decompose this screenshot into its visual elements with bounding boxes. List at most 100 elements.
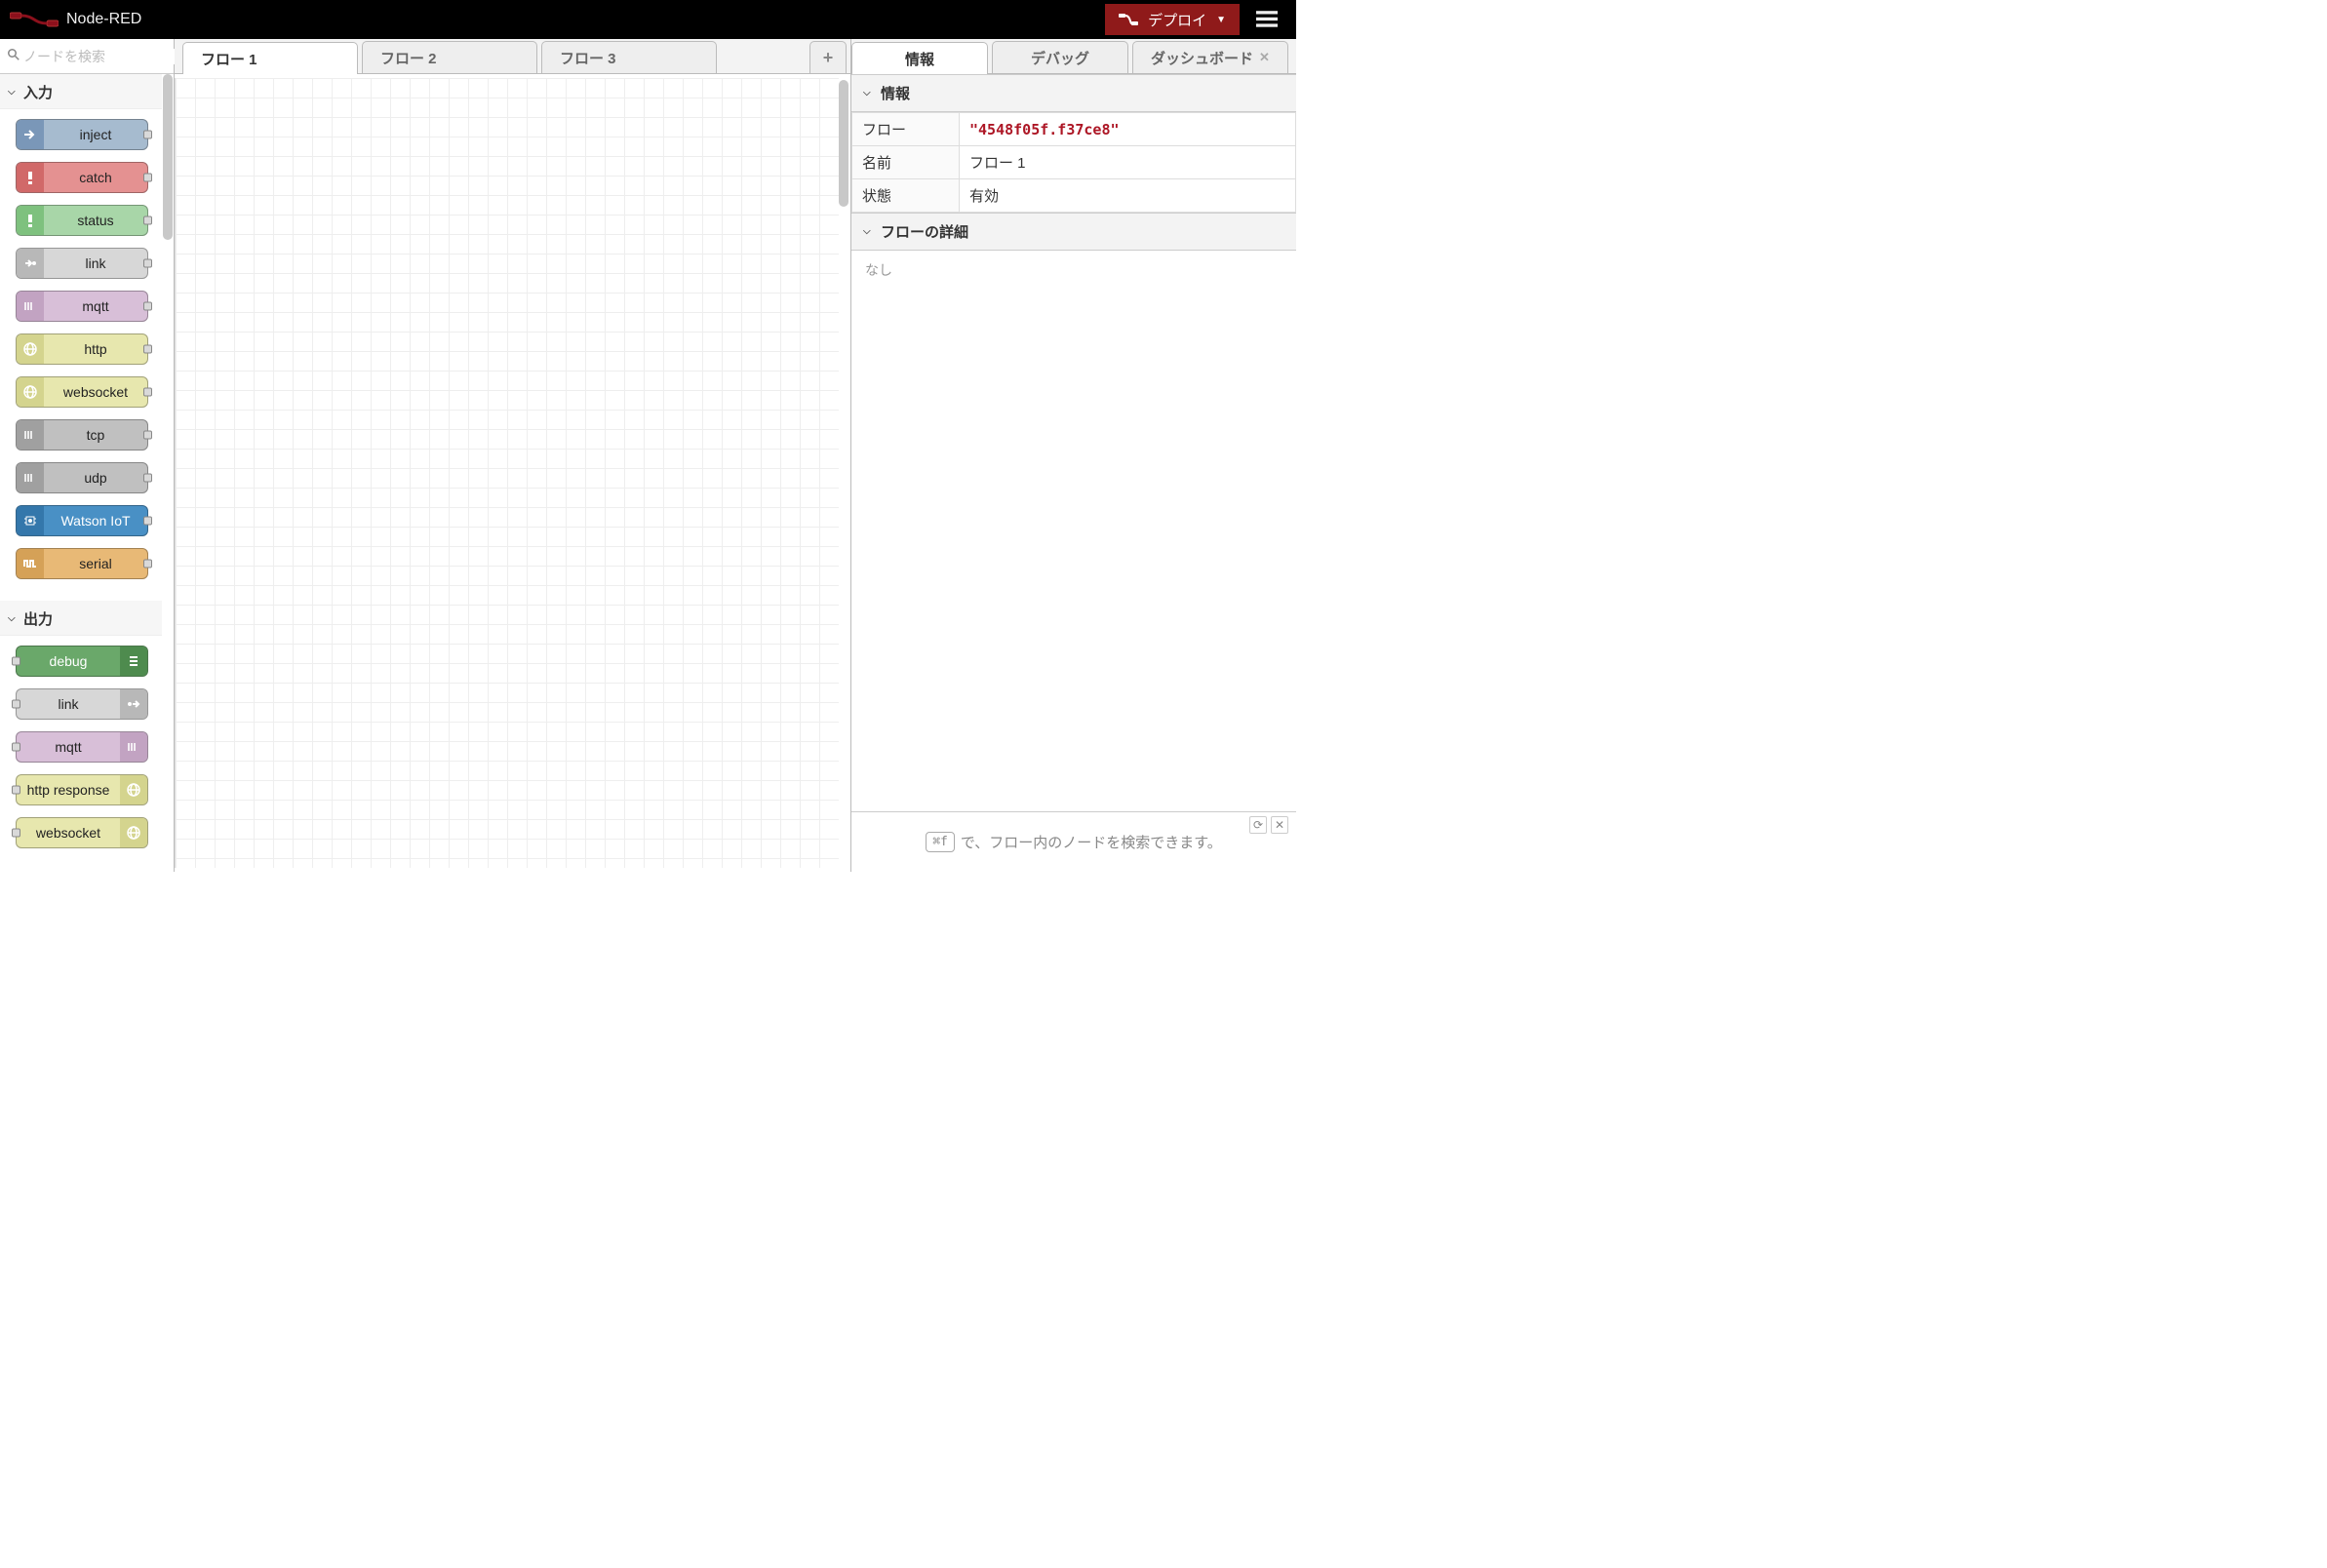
link-in-icon bbox=[17, 249, 44, 278]
search-icon bbox=[8, 49, 20, 63]
close-icon[interactable]: ✕ bbox=[1259, 50, 1270, 65]
category-title: 出力 bbox=[23, 608, 53, 629]
node-label: websocket bbox=[44, 384, 147, 400]
sidebar-tab[interactable]: 情報 bbox=[851, 42, 988, 74]
chip-icon bbox=[17, 506, 44, 535]
globe-icon bbox=[17, 377, 44, 407]
bridge-icon bbox=[120, 732, 147, 762]
sidebar-tabs: 情報 デバッグ ダッシュボード ✕ bbox=[851, 39, 1296, 74]
table-row: フロー "4548f05f.f37ce8" bbox=[852, 113, 1296, 146]
flow-canvas[interactable] bbox=[175, 78, 839, 868]
node-port[interactable] bbox=[12, 829, 20, 838]
palette-node-http-response[interactable]: http response bbox=[16, 774, 148, 805]
node-port[interactable] bbox=[12, 700, 20, 709]
node-label: mqtt bbox=[44, 298, 147, 314]
palette-node-debug[interactable]: debug bbox=[16, 646, 148, 677]
palette-node-udp[interactable]: udp bbox=[16, 462, 148, 493]
tip-text: で、フロー内のノードを検索できます。 bbox=[961, 832, 1222, 852]
sidebar-tab-label: ダッシュボード bbox=[1151, 48, 1253, 68]
chevron-down-icon: ⌵ bbox=[863, 226, 873, 237]
flow-tab[interactable]: フロー 3 bbox=[541, 41, 717, 73]
tip-close-button[interactable]: ✕ bbox=[1271, 816, 1288, 834]
chevron-down-icon: ⌵ bbox=[8, 87, 18, 98]
node-port[interactable] bbox=[143, 259, 152, 268]
tip-refresh-button[interactable]: ⟳ bbox=[1249, 816, 1267, 834]
arrow-in-icon bbox=[17, 120, 44, 149]
palette-category-header[interactable]: ⌵ 出力 bbox=[0, 601, 162, 636]
globe-icon bbox=[17, 334, 44, 364]
chevron-down-icon: ⌵ bbox=[8, 613, 18, 624]
palette-node-inject[interactable]: inject bbox=[16, 119, 148, 150]
node-port[interactable] bbox=[143, 131, 152, 139]
node-port[interactable] bbox=[143, 302, 152, 311]
info-section-header[interactable]: ⌵ 情報 bbox=[851, 74, 1296, 112]
info-name-value: フロー 1 bbox=[960, 146, 1296, 179]
info-flow-id: "4548f05f.f37ce8" bbox=[969, 121, 1120, 138]
info-state-label: 状態 bbox=[852, 179, 960, 213]
serial-icon bbox=[17, 549, 44, 578]
node-port[interactable] bbox=[143, 517, 152, 526]
node-port[interactable] bbox=[143, 560, 152, 568]
bridge-icon bbox=[17, 292, 44, 321]
add-flow-button[interactable]: + bbox=[809, 41, 847, 73]
globe-icon bbox=[120, 775, 147, 804]
palette-node-http[interactable]: http bbox=[16, 333, 148, 365]
sidebar-tab[interactable]: ダッシュボード ✕ bbox=[1132, 41, 1288, 73]
node-port[interactable] bbox=[143, 216, 152, 225]
app-header: Node-RED デプロイ ▼ bbox=[0, 0, 1296, 39]
palette-node-tcp[interactable]: tcp bbox=[16, 419, 148, 451]
palette-node-mqtt[interactable]: mqtt bbox=[16, 731, 148, 763]
info-section-title: 情報 bbox=[881, 83, 910, 103]
sidebar-panel: 情報 デバッグ ダッシュボード ✕ ⌵ 情報 フロー "4548f05f.f37ce8… bbox=[851, 39, 1296, 872]
node-port[interactable] bbox=[12, 786, 20, 795]
deploy-icon bbox=[1119, 13, 1138, 26]
info-state-value: 有効 bbox=[960, 179, 1296, 213]
node-port[interactable] bbox=[143, 388, 152, 397]
palette-node-websocket[interactable]: websocket bbox=[16, 817, 148, 848]
palette-node-link[interactable]: link bbox=[16, 688, 148, 720]
palette-node-websocket[interactable]: websocket bbox=[16, 376, 148, 408]
bridge-icon bbox=[17, 420, 44, 450]
node-port[interactable] bbox=[143, 474, 152, 483]
alert-icon bbox=[17, 163, 44, 192]
node-port[interactable] bbox=[143, 345, 152, 354]
node-port[interactable] bbox=[143, 174, 152, 182]
node-label: mqtt bbox=[17, 739, 120, 755]
palette-search bbox=[0, 39, 174, 74]
link-out-icon bbox=[120, 689, 147, 719]
node-port[interactable] bbox=[12, 743, 20, 752]
alert-icon bbox=[17, 206, 44, 235]
sidebar-tab-label: デバッグ bbox=[1031, 48, 1089, 68]
info-table: フロー "4548f05f.f37ce8" 名前 フロー 1 状態 有効 bbox=[851, 112, 1296, 213]
palette-node-link[interactable]: link bbox=[16, 248, 148, 279]
sidebar-tab-label: 情報 bbox=[905, 49, 934, 69]
detail-body-text: なし bbox=[851, 251, 1296, 811]
deploy-button[interactable]: デプロイ ▼ bbox=[1105, 4, 1240, 35]
flow-tab[interactable]: フロー 1 bbox=[182, 42, 358, 74]
palette-search-input[interactable] bbox=[23, 49, 200, 64]
bridge-icon bbox=[17, 463, 44, 492]
palette-scroll[interactable]: ⌵入力 inject catch status link mqtt http websocke… bbox=[0, 74, 174, 872]
info-name-label: 名前 bbox=[852, 146, 960, 179]
workspace-main: フロー 1フロー 2フロー 3 + bbox=[175, 39, 851, 872]
sidebar-tab[interactable]: デバッグ bbox=[992, 41, 1128, 73]
detail-section-header[interactable]: ⌵ フローの詳細 bbox=[851, 213, 1296, 251]
node-port[interactable] bbox=[12, 657, 20, 666]
palette-node-serial[interactable]: serial bbox=[16, 548, 148, 579]
globe-icon bbox=[120, 818, 147, 847]
deploy-label: デプロイ bbox=[1148, 10, 1206, 30]
palette-node-catch[interactable]: catch bbox=[16, 162, 148, 193]
hamburger-menu-button[interactable] bbox=[1247, 0, 1286, 39]
node-label: link bbox=[17, 696, 120, 712]
palette-node-watson-iot[interactable]: Watson IoT bbox=[16, 505, 148, 536]
flow-tabs: フロー 1フロー 2フロー 3 + bbox=[175, 39, 850, 74]
node-label: debug bbox=[17, 653, 120, 669]
node-port[interactable] bbox=[143, 431, 152, 440]
palette-node-status[interactable]: status bbox=[16, 205, 148, 236]
palette-category-header[interactable]: ⌵入力 bbox=[0, 74, 162, 109]
palette-scrollbar[interactable] bbox=[163, 74, 173, 240]
palette-node-mqtt[interactable]: mqtt bbox=[16, 291, 148, 322]
canvas-scrollbar[interactable] bbox=[839, 80, 848, 207]
flow-tab[interactable]: フロー 2 bbox=[362, 41, 537, 73]
tip-key-badge: ⌘f bbox=[926, 832, 955, 852]
